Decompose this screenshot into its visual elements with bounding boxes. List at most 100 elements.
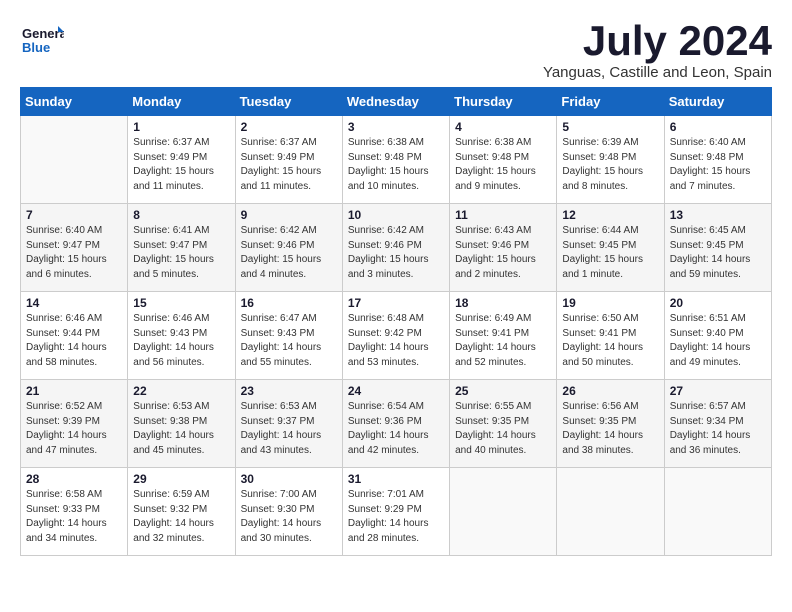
calendar-day-cell: 15 Sunrise: 6:46 AM Sunset: 9:43 PM Dayl… xyxy=(128,292,235,380)
day-number: 24 xyxy=(348,384,444,398)
day-info: Sunrise: 6:46 AM Sunset: 9:43 PM Dayligh… xyxy=(133,312,229,370)
calendar-week-row: 21 Sunrise: 6:52 AM Sunset: 9:39 PM Dayl… xyxy=(21,380,772,468)
calendar-table: SundayMondayTuesdayWednesdayThursdayFrid… xyxy=(20,87,772,556)
day-info: Sunrise: 6:53 AM Sunset: 9:37 PM Dayligh… xyxy=(241,400,337,458)
day-number: 2 xyxy=(241,120,337,134)
day-number: 20 xyxy=(670,296,766,310)
calendar-day-cell: 17 Sunrise: 6:48 AM Sunset: 9:42 PM Dayl… xyxy=(342,292,449,380)
svg-text:General: General xyxy=(22,26,64,41)
calendar-day-cell: 12 Sunrise: 6:44 AM Sunset: 9:45 PM Dayl… xyxy=(557,204,664,292)
day-number: 21 xyxy=(26,384,122,398)
calendar-week-row: 7 Sunrise: 6:40 AM Sunset: 9:47 PM Dayli… xyxy=(21,204,772,292)
weekday-header: Thursday xyxy=(450,88,557,116)
day-info: Sunrise: 6:43 AM Sunset: 9:46 PM Dayligh… xyxy=(455,224,551,282)
day-info: Sunrise: 6:52 AM Sunset: 9:39 PM Dayligh… xyxy=(26,400,122,458)
calendar-day-cell: 18 Sunrise: 6:49 AM Sunset: 9:41 PM Dayl… xyxy=(450,292,557,380)
calendar-day-cell xyxy=(664,468,771,556)
calendar-day-cell: 21 Sunrise: 6:52 AM Sunset: 9:39 PM Dayl… xyxy=(21,380,128,468)
weekday-header: Monday xyxy=(128,88,235,116)
day-info: Sunrise: 6:59 AM Sunset: 9:32 PM Dayligh… xyxy=(133,488,229,546)
day-number: 5 xyxy=(562,120,658,134)
calendar-day-cell: 7 Sunrise: 6:40 AM Sunset: 9:47 PM Dayli… xyxy=(21,204,128,292)
day-info: Sunrise: 6:51 AM Sunset: 9:40 PM Dayligh… xyxy=(670,312,766,370)
day-info: Sunrise: 6:57 AM Sunset: 9:34 PM Dayligh… xyxy=(670,400,766,458)
day-info: Sunrise: 6:55 AM Sunset: 9:35 PM Dayligh… xyxy=(455,400,551,458)
day-info: Sunrise: 6:44 AM Sunset: 9:45 PM Dayligh… xyxy=(562,224,658,282)
calendar-day-cell: 22 Sunrise: 6:53 AM Sunset: 9:38 PM Dayl… xyxy=(128,380,235,468)
calendar-day-cell: 27 Sunrise: 6:57 AM Sunset: 9:34 PM Dayl… xyxy=(664,380,771,468)
day-info: Sunrise: 6:38 AM Sunset: 9:48 PM Dayligh… xyxy=(455,136,551,194)
day-number: 22 xyxy=(133,384,229,398)
day-number: 16 xyxy=(241,296,337,310)
calendar-day-cell: 30 Sunrise: 7:00 AM Sunset: 9:30 PM Dayl… xyxy=(235,468,342,556)
calendar-day-cell: 14 Sunrise: 6:46 AM Sunset: 9:44 PM Dayl… xyxy=(21,292,128,380)
day-number: 15 xyxy=(133,296,229,310)
logo: General Blue xyxy=(20,20,64,64)
weekday-header: Friday xyxy=(557,88,664,116)
day-number: 27 xyxy=(670,384,766,398)
calendar-day-cell: 9 Sunrise: 6:42 AM Sunset: 9:46 PM Dayli… xyxy=(235,204,342,292)
day-info: Sunrise: 6:53 AM Sunset: 9:38 PM Dayligh… xyxy=(133,400,229,458)
calendar-day-cell xyxy=(557,468,664,556)
calendar-day-cell: 26 Sunrise: 6:56 AM Sunset: 9:35 PM Dayl… xyxy=(557,380,664,468)
svg-text:Blue: Blue xyxy=(22,40,50,55)
day-info: Sunrise: 7:00 AM Sunset: 9:30 PM Dayligh… xyxy=(241,488,337,546)
calendar-day-cell: 3 Sunrise: 6:38 AM Sunset: 9:48 PM Dayli… xyxy=(342,116,449,204)
calendar-week-row: 28 Sunrise: 6:58 AM Sunset: 9:33 PM Dayl… xyxy=(21,468,772,556)
month-title: July 2024 xyxy=(543,20,772,62)
calendar-day-cell xyxy=(21,116,128,204)
day-number: 14 xyxy=(26,296,122,310)
calendar-week-row: 14 Sunrise: 6:46 AM Sunset: 9:44 PM Dayl… xyxy=(21,292,772,380)
day-info: Sunrise: 6:46 AM Sunset: 9:44 PM Dayligh… xyxy=(26,312,122,370)
day-number: 19 xyxy=(562,296,658,310)
calendar-day-cell: 23 Sunrise: 6:53 AM Sunset: 9:37 PM Dayl… xyxy=(235,380,342,468)
calendar-day-cell: 13 Sunrise: 6:45 AM Sunset: 9:45 PM Dayl… xyxy=(664,204,771,292)
day-number: 7 xyxy=(26,208,122,222)
calendar-day-cell: 5 Sunrise: 6:39 AM Sunset: 9:48 PM Dayli… xyxy=(557,116,664,204)
day-info: Sunrise: 6:42 AM Sunset: 9:46 PM Dayligh… xyxy=(241,224,337,282)
location: Yanguas, Castille and Leon, Spain xyxy=(543,64,772,81)
calendar-day-cell: 31 Sunrise: 7:01 AM Sunset: 9:29 PM Dayl… xyxy=(342,468,449,556)
weekday-header: Wednesday xyxy=(342,88,449,116)
day-number: 31 xyxy=(348,472,444,486)
calendar-day-cell: 19 Sunrise: 6:50 AM Sunset: 9:41 PM Dayl… xyxy=(557,292,664,380)
day-info: Sunrise: 6:37 AM Sunset: 9:49 PM Dayligh… xyxy=(241,136,337,194)
weekday-header: Sunday xyxy=(21,88,128,116)
calendar-day-cell: 11 Sunrise: 6:43 AM Sunset: 9:46 PM Dayl… xyxy=(450,204,557,292)
calendar-day-cell: 16 Sunrise: 6:47 AM Sunset: 9:43 PM Dayl… xyxy=(235,292,342,380)
calendar-day-cell: 24 Sunrise: 6:54 AM Sunset: 9:36 PM Dayl… xyxy=(342,380,449,468)
day-number: 23 xyxy=(241,384,337,398)
day-number: 25 xyxy=(455,384,551,398)
calendar-day-cell xyxy=(450,468,557,556)
calendar-day-cell: 25 Sunrise: 6:55 AM Sunset: 9:35 PM Dayl… xyxy=(450,380,557,468)
day-number: 17 xyxy=(348,296,444,310)
day-info: Sunrise: 6:56 AM Sunset: 9:35 PM Dayligh… xyxy=(562,400,658,458)
calendar-day-cell: 4 Sunrise: 6:38 AM Sunset: 9:48 PM Dayli… xyxy=(450,116,557,204)
day-info: Sunrise: 6:41 AM Sunset: 9:47 PM Dayligh… xyxy=(133,224,229,282)
day-info: Sunrise: 7:01 AM Sunset: 9:29 PM Dayligh… xyxy=(348,488,444,546)
weekday-header: Saturday xyxy=(664,88,771,116)
day-number: 3 xyxy=(348,120,444,134)
day-number: 1 xyxy=(133,120,229,134)
day-number: 30 xyxy=(241,472,337,486)
day-number: 28 xyxy=(26,472,122,486)
day-number: 29 xyxy=(133,472,229,486)
calendar-day-cell: 2 Sunrise: 6:37 AM Sunset: 9:49 PM Dayli… xyxy=(235,116,342,204)
day-info: Sunrise: 6:40 AM Sunset: 9:47 PM Dayligh… xyxy=(26,224,122,282)
day-info: Sunrise: 6:45 AM Sunset: 9:45 PM Dayligh… xyxy=(670,224,766,282)
title-block: July 2024 Yanguas, Castille and Leon, Sp… xyxy=(543,20,772,81)
calendar-day-cell: 10 Sunrise: 6:42 AM Sunset: 9:46 PM Dayl… xyxy=(342,204,449,292)
day-info: Sunrise: 6:47 AM Sunset: 9:43 PM Dayligh… xyxy=(241,312,337,370)
day-number: 6 xyxy=(670,120,766,134)
day-info: Sunrise: 6:49 AM Sunset: 9:41 PM Dayligh… xyxy=(455,312,551,370)
calendar-day-cell: 28 Sunrise: 6:58 AM Sunset: 9:33 PM Dayl… xyxy=(21,468,128,556)
weekday-header: Tuesday xyxy=(235,88,342,116)
day-number: 26 xyxy=(562,384,658,398)
day-info: Sunrise: 6:42 AM Sunset: 9:46 PM Dayligh… xyxy=(348,224,444,282)
calendar-week-row: 1 Sunrise: 6:37 AM Sunset: 9:49 PM Dayli… xyxy=(21,116,772,204)
day-info: Sunrise: 6:37 AM Sunset: 9:49 PM Dayligh… xyxy=(133,136,229,194)
page-header: General Blue July 2024 Yanguas, Castille… xyxy=(20,20,772,81)
calendar-day-cell: 8 Sunrise: 6:41 AM Sunset: 9:47 PM Dayli… xyxy=(128,204,235,292)
calendar-day-cell: 1 Sunrise: 6:37 AM Sunset: 9:49 PM Dayli… xyxy=(128,116,235,204)
day-number: 10 xyxy=(348,208,444,222)
